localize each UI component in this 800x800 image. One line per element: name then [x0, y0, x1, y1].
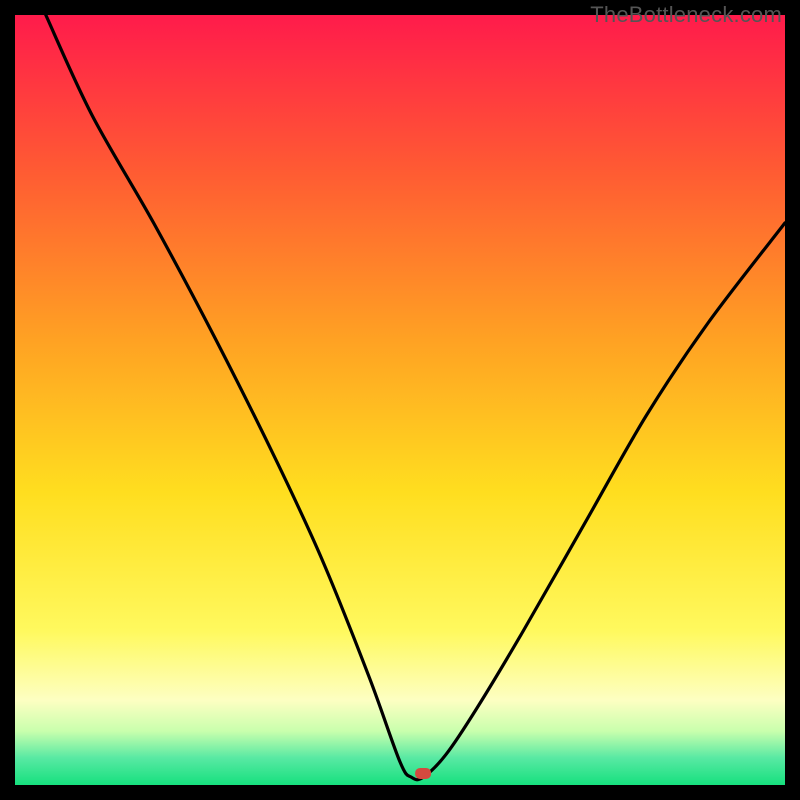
optimum-marker: [415, 768, 431, 779]
chart-frame: [15, 15, 785, 785]
bottleneck-chart: [15, 15, 785, 785]
gradient-background: [15, 15, 785, 785]
watermark-text: TheBottleneck.com: [590, 2, 782, 28]
